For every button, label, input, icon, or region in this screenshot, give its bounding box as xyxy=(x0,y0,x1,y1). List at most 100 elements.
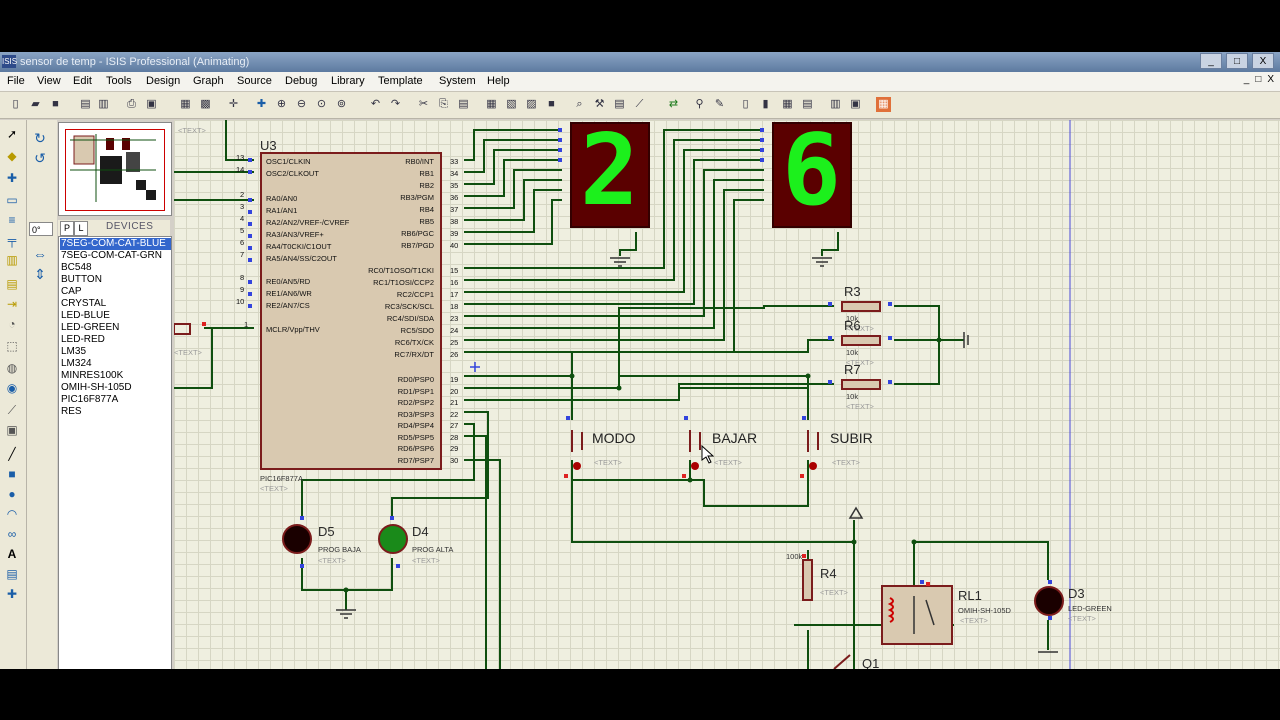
path-icon[interactable]: ∞ xyxy=(4,526,20,542)
device-item[interactable]: 7SEG-COM-CAT-BLUE xyxy=(60,238,171,250)
device-item[interactable]: LED-RED xyxy=(60,334,171,346)
menu-graph[interactable]: Graph xyxy=(193,75,224,87)
open-folder-icon[interactable]: ▰ xyxy=(28,97,43,112)
mirror-x-icon[interactable]: ⇔ xyxy=(31,246,49,262)
origin-icon[interactable]: ✛ xyxy=(226,97,241,112)
undo-icon[interactable]: ↶ xyxy=(368,97,383,112)
marker-icon[interactable]: ✚ xyxy=(4,586,20,602)
save-icon[interactable]: ■ xyxy=(48,97,63,112)
menu-file[interactable]: File xyxy=(7,75,25,87)
line-icon[interactable]: ╱ xyxy=(4,446,20,462)
box-icon[interactable]: ■ xyxy=(4,466,20,482)
erc-icon[interactable]: ▣ xyxy=(848,97,863,112)
device-item[interactable]: 7SEG-COM-CAT-GRN xyxy=(60,250,171,262)
device-item[interactable]: OMIH-SH-105D xyxy=(60,382,171,394)
remove-sheet-icon[interactable]: ▮ xyxy=(758,97,773,112)
bom-icon[interactable]: ▤ xyxy=(800,97,815,112)
subcircuit-icon[interactable]: ▥ xyxy=(4,252,20,268)
device-item[interactable]: BC548 xyxy=(60,262,171,274)
minimize-button[interactable]: _ xyxy=(1200,53,1222,69)
netlist-icon[interactable]: ▥ xyxy=(828,97,843,112)
junction-dot-icon[interactable]: ✚ xyxy=(4,170,20,186)
wire-autorouter-icon[interactable]: ⇄ xyxy=(666,97,681,112)
component-mode-icon[interactable]: ◆ xyxy=(4,148,20,164)
zoom-in-icon[interactable]: ⊕ xyxy=(274,97,289,112)
menu-source[interactable]: Source xyxy=(237,75,272,87)
buses-icon[interactable]: ╤ xyxy=(4,232,20,248)
arc-icon[interactable]: ◠ xyxy=(4,506,20,522)
copy-icon[interactable]: ⎘ xyxy=(436,97,451,112)
seven-segment-display-2[interactable]: 6 xyxy=(772,116,852,228)
package-icon[interactable]: ▤ xyxy=(612,97,627,112)
device-item[interactable]: CRYSTAL xyxy=(60,298,171,310)
device-pins-icon[interactable]: ⇥ xyxy=(4,296,20,312)
pick-device-icon[interactable]: ⌕ xyxy=(572,97,587,112)
print-icon[interactable]: ⎙ xyxy=(124,97,139,112)
inner-minimize-button[interactable]: _ xyxy=(1244,74,1250,85)
rotate-ccw-icon[interactable]: ↺ xyxy=(31,150,49,166)
grid-icon[interactable]: ▩ xyxy=(198,97,213,112)
overview-viewport[interactable] xyxy=(65,129,165,211)
property-tool-icon[interactable]: ✎ xyxy=(712,97,727,112)
block-delete-icon[interactable]: ■ xyxy=(544,97,559,112)
text-script-icon[interactable]: ≡ xyxy=(4,212,20,228)
inner-restore-button[interactable]: □ xyxy=(1255,74,1261,85)
block-move-icon[interactable]: ▧ xyxy=(504,97,519,112)
rotation-angle-field[interactable]: 0° xyxy=(29,222,53,236)
device-item[interactable]: RES xyxy=(60,406,171,418)
virtual-instruments-icon[interactable]: ▣ xyxy=(4,422,20,438)
make-device-icon[interactable]: ⚒ xyxy=(592,97,607,112)
refresh-icon[interactable]: ▦ xyxy=(178,97,193,112)
button-modo[interactable]: MODO <TEXT> xyxy=(570,420,650,470)
device-item[interactable]: PIC16F877A xyxy=(60,394,171,406)
symbol-icon[interactable]: ▤ xyxy=(4,566,20,582)
device-item[interactable]: BUTTON xyxy=(60,274,171,286)
block-copy-icon[interactable]: ▦ xyxy=(484,97,499,112)
decompose-icon[interactable]: ⟋ xyxy=(632,97,647,112)
device-item[interactable]: LM35 xyxy=(60,346,171,358)
current-probe-icon[interactable]: ⟋ xyxy=(4,402,20,418)
import-icon[interactable]: ▤ xyxy=(78,97,93,112)
mirror-y-icon[interactable]: ⇕ xyxy=(31,266,49,282)
text-icon[interactable]: A xyxy=(4,546,20,562)
pan-icon[interactable]: ✚ xyxy=(254,97,269,112)
terminals-icon[interactable]: ▤ xyxy=(4,276,20,292)
generator-icon[interactable]: ◍ xyxy=(4,360,20,376)
maximize-button[interactable]: □ xyxy=(1226,53,1248,69)
title-bar[interactable]: ISIS sensor de temp - ISIS Professional … xyxy=(0,52,1280,72)
redo-icon[interactable]: ↷ xyxy=(388,97,403,112)
voltage-probe-icon[interactable]: ◉ xyxy=(4,380,20,396)
pick-devices-button[interactable]: P xyxy=(60,221,74,236)
led-d4[interactable] xyxy=(378,524,408,554)
menu-view[interactable]: View xyxy=(37,75,61,87)
ares-icon[interactable]: ▦ xyxy=(876,97,891,112)
library-manager-button[interactable]: L xyxy=(74,221,88,236)
device-item[interactable]: MINRES100K xyxy=(60,370,171,382)
goto-sheet-icon[interactable]: ▦ xyxy=(780,97,795,112)
new-sheet-icon[interactable]: ▯ xyxy=(738,97,753,112)
button-bajar[interactable]: BAJAR <TEXT> xyxy=(688,420,768,470)
export-icon[interactable]: ▥ xyxy=(96,97,111,112)
rotate-cw-icon[interactable]: ↻ xyxy=(31,130,49,146)
zoom-area-icon[interactable]: ⊚ xyxy=(334,97,349,112)
search-tag-icon[interactable]: ⚲ xyxy=(692,97,707,112)
close-button[interactable]: X xyxy=(1252,53,1274,69)
selection-mode-icon[interactable]: ➚ xyxy=(4,126,20,142)
print-area-icon[interactable]: ▣ xyxy=(144,97,159,112)
paste-icon[interactable]: ▤ xyxy=(456,97,471,112)
menu-help[interactable]: Help xyxy=(487,75,510,87)
inner-close-button[interactable]: X xyxy=(1267,74,1274,85)
graph-mode-icon[interactable]: ◔ xyxy=(4,316,20,332)
tape-recorder-icon[interactable]: ⬚ xyxy=(4,338,20,354)
menu-tools[interactable]: Tools xyxy=(106,75,132,87)
overview-window[interactable] xyxy=(58,122,172,216)
wire-label-icon[interactable]: ▭ xyxy=(4,192,20,208)
device-item[interactable]: LED-BLUE xyxy=(60,310,171,322)
block-rotate-icon[interactable]: ▨ xyxy=(524,97,539,112)
zoom-out-icon[interactable]: ⊖ xyxy=(294,97,309,112)
menu-design[interactable]: Design xyxy=(146,75,180,87)
button-subir[interactable]: SUBIR <TEXT> xyxy=(806,420,886,470)
new-file-icon[interactable]: ▯ xyxy=(8,97,23,112)
circle-icon[interactable]: ● xyxy=(4,486,20,502)
menu-edit[interactable]: Edit xyxy=(73,75,92,87)
